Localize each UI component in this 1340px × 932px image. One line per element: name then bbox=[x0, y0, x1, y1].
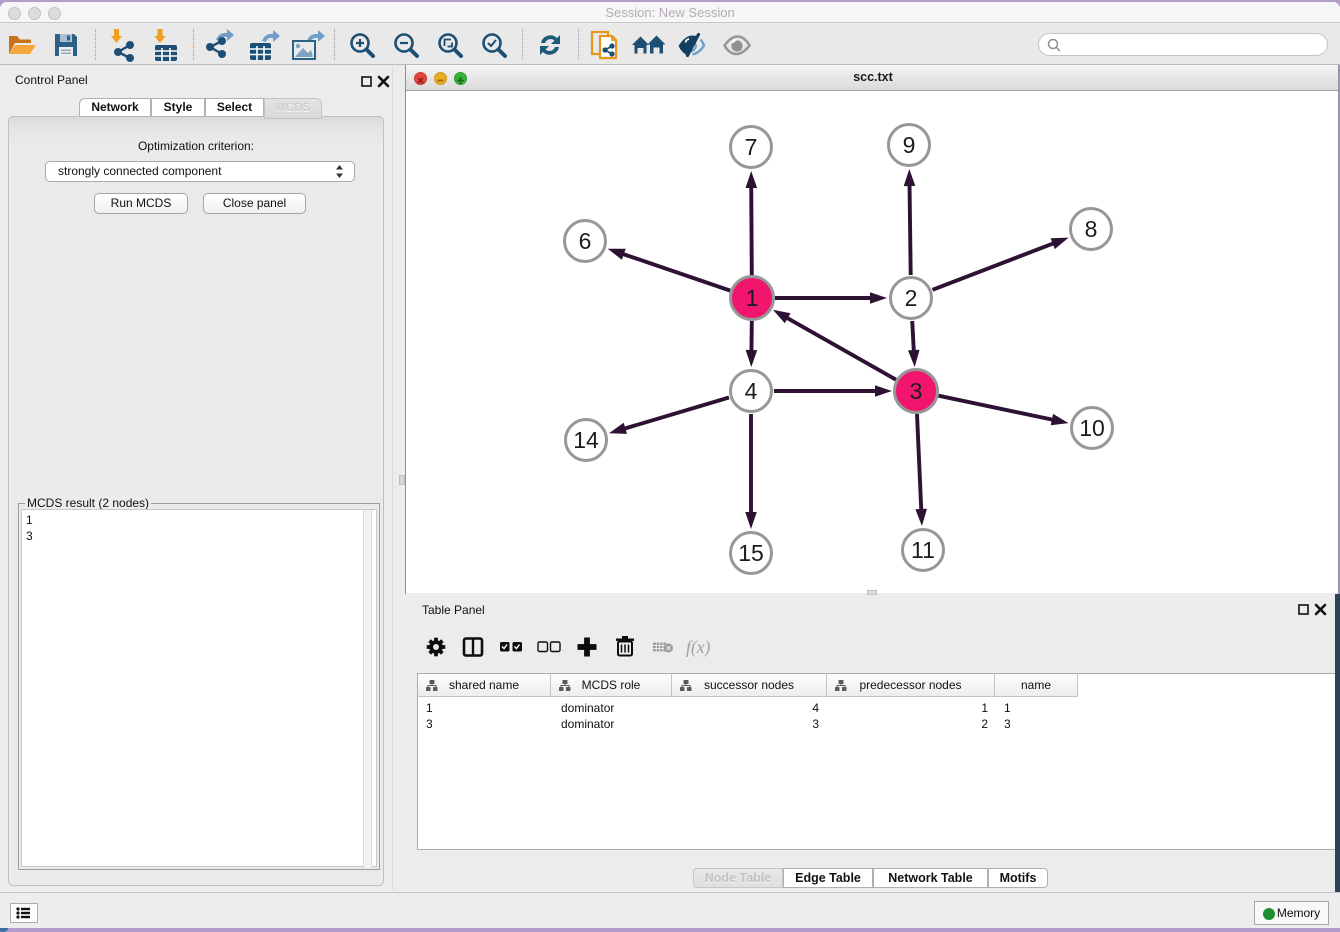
svg-text:3: 3 bbox=[910, 378, 923, 404]
svg-text:10: 10 bbox=[1079, 415, 1105, 441]
svg-text:9: 9 bbox=[903, 132, 916, 158]
svg-text:7: 7 bbox=[745, 134, 758, 160]
svg-text:11: 11 bbox=[911, 537, 935, 563]
svg-text:14: 14 bbox=[573, 427, 599, 453]
svg-text:6: 6 bbox=[579, 228, 592, 254]
svg-text:8: 8 bbox=[1085, 216, 1098, 242]
svg-text:2: 2 bbox=[905, 285, 918, 311]
svg-text:15: 15 bbox=[738, 540, 764, 566]
svg-text:4: 4 bbox=[745, 378, 758, 404]
svg-text:1: 1 bbox=[746, 285, 759, 311]
svg-text:f(x): f(x) bbox=[686, 637, 710, 657]
